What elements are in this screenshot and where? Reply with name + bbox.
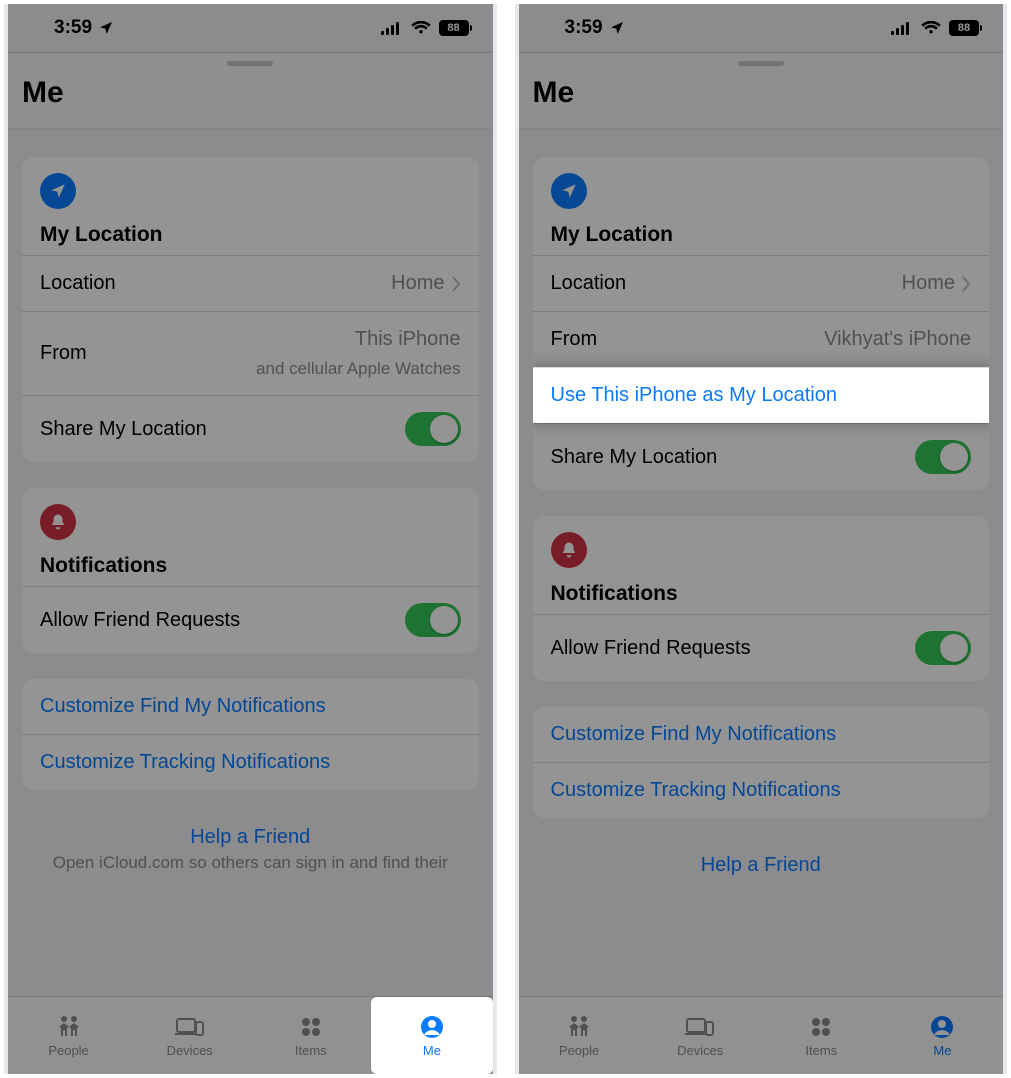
devices-icon <box>685 1014 715 1040</box>
drag-grabber[interactable] <box>227 61 273 66</box>
my-location-card: My Location Location Home From This iPho… <box>22 157 479 462</box>
from-value: Vikhyat's iPhone <box>824 328 971 351</box>
tab-bar: People Devices Items Me <box>519 996 1004 1074</box>
cellular-signal-icon <box>891 21 913 35</box>
notifications-title: Notifications <box>40 554 461 578</box>
share-location-toggle[interactable] <box>915 440 971 474</box>
from-subtext: and cellular Apple Watches <box>256 359 460 379</box>
help-a-friend-subtext: Open iCloud.com so others can sign in an… <box>38 853 463 873</box>
customize-card: Customize Find My Notifications Customiz… <box>533 707 990 818</box>
tab-devices-label: Devices <box>677 1043 723 1058</box>
location-row[interactable]: Location Home <box>22 255 479 311</box>
tab-devices-label: Devices <box>167 1043 213 1058</box>
location-value: Home <box>902 272 955 295</box>
allow-friend-requests-row: Allow Friend Requests <box>533 614 990 681</box>
location-arrow-icon <box>609 20 625 36</box>
help-a-friend-section: Help a Friend <box>519 844 1004 877</box>
share-location-toggle[interactable] <box>405 412 461 446</box>
screenshot-right: 3:59 88 Me My Location Location Home <box>515 4 1008 1074</box>
customize-tracking-link[interactable]: Customize Tracking Notifications <box>533 762 990 818</box>
from-label: From <box>551 328 598 351</box>
tab-items[interactable]: Items <box>761 997 882 1074</box>
location-arrow-icon <box>551 173 587 209</box>
status-time: 3:59 <box>565 17 603 39</box>
location-row[interactable]: Location Home <box>533 255 990 311</box>
tab-me-label: Me <box>423 1043 441 1058</box>
allow-friend-requests-row: Allow Friend Requests <box>22 586 479 653</box>
help-a-friend-section: Help a Friend Open iCloud.com so others … <box>8 816 493 873</box>
tab-people-label: People <box>559 1043 599 1058</box>
tab-people[interactable]: People <box>8 997 129 1074</box>
use-this-iphone-button[interactable]: Use This iPhone as My Location <box>533 367 990 423</box>
status-time: 3:59 <box>54 17 92 39</box>
location-arrow-icon <box>40 173 76 209</box>
share-location-row: Share My Location <box>533 423 990 490</box>
tab-devices[interactable]: Devices <box>640 997 761 1074</box>
sheet-header: Me <box>519 52 1004 129</box>
devices-icon <box>175 1014 205 1040</box>
wifi-icon <box>921 21 941 35</box>
items-icon <box>806 1014 836 1040</box>
help-a-friend-link[interactable]: Help a Friend <box>549 854 974 877</box>
chevron-right-icon <box>451 276 461 292</box>
bell-icon <box>551 532 587 568</box>
tab-items-label: Items <box>295 1043 327 1058</box>
customize-findmy-link[interactable]: Customize Find My Notifications <box>22 679 479 734</box>
sheet-header: Me <box>8 52 493 129</box>
notifications-title: Notifications <box>551 582 972 606</box>
items-icon <box>296 1014 326 1040</box>
location-value: Home <box>391 272 444 295</box>
allow-friend-requests-toggle[interactable] <box>915 631 971 665</box>
chevron-right-icon <box>961 276 971 292</box>
my-location-title: My Location <box>40 223 461 247</box>
drag-grabber[interactable] <box>738 61 784 66</box>
share-location-label: Share My Location <box>40 418 207 441</box>
screenshot-left: 3:59 88 Me My Location Location Home <box>4 4 497 1074</box>
tab-people[interactable]: People <box>519 997 640 1074</box>
bell-icon <box>40 504 76 540</box>
from-row: From This iPhone and cellular Apple Watc… <box>22 311 479 395</box>
status-bar: 3:59 88 <box>519 4 1004 52</box>
wifi-icon <box>411 21 431 35</box>
from-row: From Vikhyat's iPhone <box>533 311 990 367</box>
help-a-friend-link[interactable]: Help a Friend <box>38 826 463 849</box>
location-label: Location <box>40 272 116 295</box>
allow-friend-requests-label: Allow Friend Requests <box>551 637 751 660</box>
notifications-card: Notifications Allow Friend Requests <box>533 516 990 681</box>
cellular-signal-icon <box>381 21 403 35</box>
me-icon <box>927 1014 957 1040</box>
tab-people-label: People <box>48 1043 88 1058</box>
allow-friend-requests-label: Allow Friend Requests <box>40 609 240 632</box>
my-location-title: My Location <box>551 223 972 247</box>
from-label: From <box>40 342 87 365</box>
tab-me[interactable]: Me <box>371 997 492 1074</box>
page-title: Me <box>533 76 990 110</box>
tab-bar: People Devices Items Me <box>8 996 493 1074</box>
customize-findmy-link[interactable]: Customize Find My Notifications <box>533 707 990 762</box>
location-label: Location <box>551 272 627 295</box>
battery-indicator: 88 <box>439 20 469 36</box>
share-location-row: Share My Location <box>22 395 479 462</box>
people-icon <box>564 1014 594 1040</box>
tab-items-label: Items <box>805 1043 837 1058</box>
customize-tracking-link[interactable]: Customize Tracking Notifications <box>22 734 479 790</box>
tab-items[interactable]: Items <box>250 997 371 1074</box>
me-icon <box>417 1014 447 1040</box>
share-location-label: Share My Location <box>551 446 718 469</box>
notifications-card: Notifications Allow Friend Requests <box>22 488 479 653</box>
location-arrow-icon <box>98 20 114 36</box>
tab-devices[interactable]: Devices <box>129 997 250 1074</box>
allow-friend-requests-toggle[interactable] <box>405 603 461 637</box>
customize-card: Customize Find My Notifications Customiz… <box>22 679 479 790</box>
my-location-card: My Location Location Home From Vikhyat's… <box>533 157 990 490</box>
status-bar: 3:59 88 <box>8 4 493 52</box>
tab-me[interactable]: Me <box>882 997 1003 1074</box>
battery-indicator: 88 <box>949 20 979 36</box>
from-value: This iPhone <box>355 328 461 351</box>
tab-me-label: Me <box>933 1043 951 1058</box>
page-title: Me <box>22 76 479 110</box>
people-icon <box>54 1014 84 1040</box>
